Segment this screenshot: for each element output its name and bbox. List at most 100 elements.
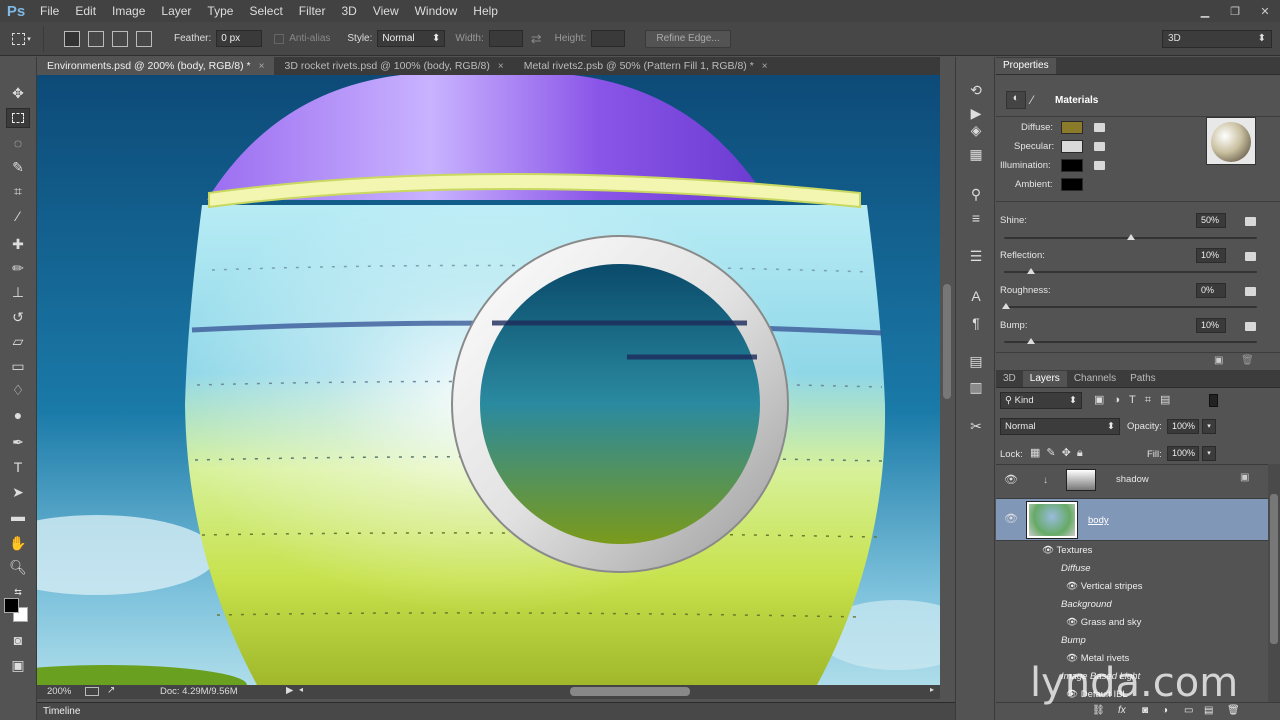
intersect-selection-icon[interactable] [136,30,152,47]
menu-edit[interactable]: Edit [67,0,104,22]
reflection-folder-icon[interactable] [1245,252,1256,261]
healing-brush-tool-icon[interactable]: ✚ [6,234,30,254]
move-tool-icon[interactable]: ✥ [6,83,30,103]
bump-slider-knob[interactable] [1027,338,1035,344]
material-brush-icon[interactable]: ⁄ [1031,93,1033,107]
refine-edge-button[interactable]: Refine Edge... [645,29,731,48]
tab-paths[interactable]: Paths [1123,371,1163,387]
layers-scroll-thumb[interactable] [1270,494,1278,644]
subtract-selection-icon[interactable] [112,30,128,47]
timeline-panel-tab[interactable]: Timeline [37,702,955,720]
brush-settings-icon[interactable]: ✂ [966,417,986,435]
roughness-slider[interactable] [1004,306,1257,308]
material-preview[interactable] [1206,117,1256,165]
type-tool-icon[interactable]: T [6,457,30,477]
marquee-tool-icon[interactable] [6,108,30,128]
texture-item-vertical-stripes[interactable]: 👁︎ Vertical stripes [1066,581,1142,592]
illumination-folder-icon[interactable] [1094,161,1105,170]
link-layers-icon[interactable]: ⛓ [1092,705,1105,716]
history-icon[interactable]: ⟲ [966,81,986,99]
rectangle-tool-icon[interactable]: ▬ [6,506,30,526]
specular-swatch[interactable] [1061,140,1083,153]
workspace-switcher[interactable]: 3D ⬍ [1162,30,1272,48]
tab-properties[interactable]: Properties [996,58,1056,74]
tab-environments[interactable]: Environments.psd @ 200% (body, RGB/8) * × [37,57,275,75]
add-selection-icon[interactable] [88,30,104,47]
height-input[interactable] [591,30,626,47]
fx-icon[interactable]: fx [1118,705,1126,716]
vertical-scroll-thumb[interactable] [943,284,951,399]
3d-tool-icon[interactable]: ◈ [966,121,986,139]
clone-stamp-tool-icon[interactable]: ⊥ [6,282,30,302]
close-button[interactable]: ✕ [1250,0,1280,22]
history-brush-tool-icon[interactable]: ↺ [6,307,30,327]
bump-value[interactable]: 10% [1196,318,1226,333]
menu-type[interactable]: Type [199,0,241,22]
notes-icon[interactable]: ▤ [966,352,986,370]
menu-3d[interactable]: 3D [333,0,364,22]
zoom-level[interactable]: 200% [47,686,71,697]
bump-texture-icon[interactable] [1245,322,1256,331]
dodge-tool-icon[interactable]: ● [6,405,30,425]
layers-scrollbar[interactable] [1268,464,1280,720]
textures-row[interactable]: 👁︎ Textures [1042,545,1092,556]
reflection-slider-knob[interactable] [1027,268,1035,274]
opacity-value[interactable]: 100% [1167,419,1199,434]
quick-selection-tool-icon[interactable]: ✎ [6,157,30,177]
blend-mode-select[interactable]: Normal ⬍ [1000,418,1120,435]
menu-image[interactable]: Image [104,0,153,22]
menu-window[interactable]: Window [407,0,466,22]
illumination-swatch[interactable] [1061,159,1083,172]
eyedropper-tool-icon[interactable]: ⁄ [6,206,30,226]
menu-file[interactable]: File [32,0,67,22]
path-selection-tool-icon[interactable]: ➤ [6,482,30,502]
actions-icon[interactable]: ▶ [966,104,986,122]
horizontal-scroll-thumb[interactable] [570,687,690,696]
ambient-swatch[interactable] [1061,178,1083,191]
mesh-icon[interactable]: ◐ [1006,91,1026,109]
feather-input[interactable]: 0 px [216,30,263,47]
close-icon[interactable]: × [498,61,504,72]
eraser-tool-icon[interactable]: ▱ [6,331,30,351]
add-mask-icon[interactable]: ◙ [1142,705,1148,716]
document-canvas[interactable] [37,75,940,685]
screen-mode-icon[interactable]: ▣ [6,655,30,675]
menu-filter[interactable]: Filter [291,0,334,22]
visibility-eye-icon[interactable]: 👁︎ [1066,617,1081,628]
layer-row-body[interactable]: 👁︎ body [996,499,1268,541]
visibility-eye-icon[interactable]: 👁︎ [1066,581,1081,592]
menu-help[interactable]: Help [465,0,506,22]
fill-value[interactable]: 100% [1167,446,1199,461]
lock-icons[interactable]: ▦✎✥🔒︎ [1030,446,1089,460]
brush-tool-icon[interactable]: ✏ [6,258,30,278]
tool-presets-icon[interactable]: ⚲ [966,185,986,203]
trash-icon[interactable]: 🗑︎ [1241,355,1254,366]
properties-icon[interactable]: ☰ [966,247,986,265]
reflection-value[interactable]: 10% [1196,248,1226,263]
fill-dropdown-icon[interactable]: ▾ [1202,446,1216,461]
close-icon[interactable]: × [259,61,265,72]
menu-view[interactable]: View [365,0,407,22]
filter-toggle[interactable] [1209,394,1218,407]
reflection-slider[interactable] [1004,271,1257,273]
shine-folder-icon[interactable] [1245,217,1256,226]
hand-tool-icon[interactable]: ✋ [6,533,30,553]
roughness-value[interactable]: 0% [1196,283,1226,298]
visibility-eye-icon[interactable]: 👁︎ [1004,475,1018,486]
styles-icon[interactable]: ▥ [966,378,986,396]
shine-slider-knob[interactable] [1127,234,1135,240]
visibility-eye-icon[interactable]: 👁︎ [1004,514,1018,525]
layer-filter-icons[interactable]: ▣◑T⌗▤ [1094,393,1179,407]
new-selection-icon[interactable] [64,30,80,47]
layer-name[interactable]: body [1088,515,1109,526]
tab-layers[interactable]: Layers [1022,371,1067,387]
lasso-tool-icon[interactable]: ◌ [6,133,30,153]
antialias-checkbox[interactable] [274,33,285,44]
width-input[interactable] [488,30,523,47]
shine-value[interactable]: 50% [1196,213,1226,228]
adjustments-icon[interactable]: ≡ [966,209,986,227]
roughness-slider-knob[interactable] [1002,303,1010,309]
specular-folder-icon[interactable] [1094,142,1105,151]
render-icon[interactable]: ▣ [1214,355,1223,366]
scroll-right-icon[interactable]: ▸ [930,685,934,694]
